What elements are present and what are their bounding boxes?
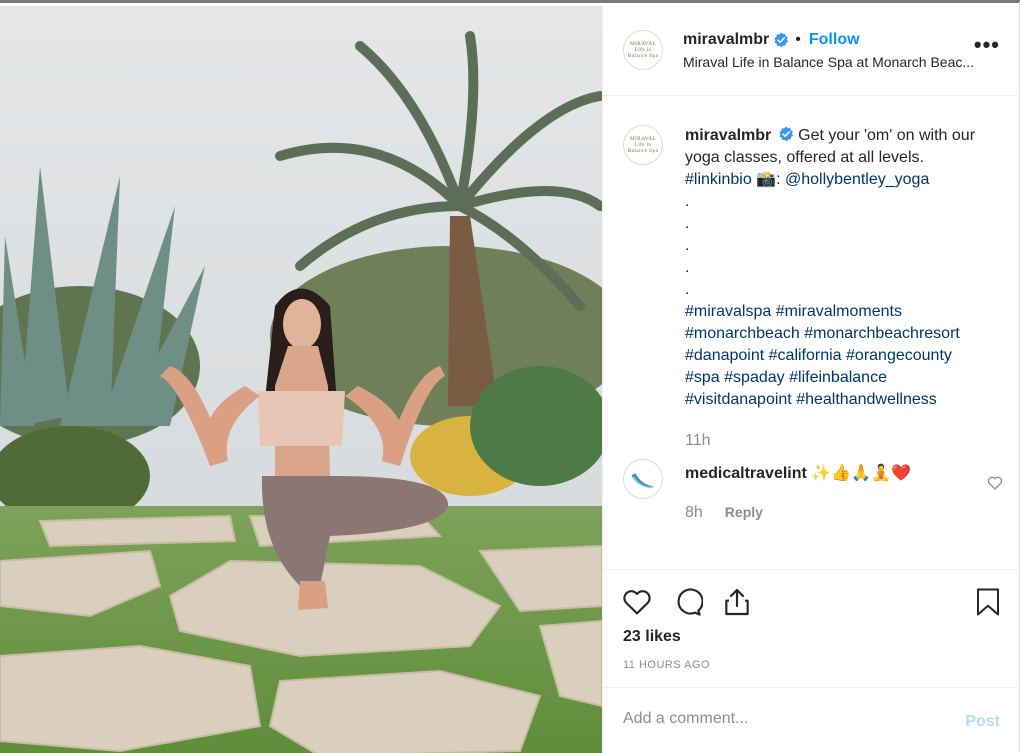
- caption-author-avatar[interactable]: MIRAVAL Life in Balance Spa: [623, 125, 663, 165]
- hashtag-link[interactable]: #lifeinbalance: [789, 369, 887, 386]
- hashtag-link[interactable]: #spaday: [724, 369, 785, 386]
- author-username[interactable]: miravalmbr: [683, 31, 769, 49]
- hashtag-line: #miravalspa #miravalmoments: [685, 301, 1005, 323]
- miraval-logo: MIRAVAL Life in Balance Spa: [627, 136, 659, 154]
- comments-section: MIRAVAL Life in Balance Spa miravalmbr G…: [603, 97, 1020, 569]
- comment-text: ✨👍🙏🧘❤️: [811, 465, 911, 482]
- yoga-photo-illustration: [0, 6, 602, 753]
- hashtag-link[interactable]: #miravalspa: [685, 303, 771, 320]
- hashtag-link[interactable]: #healthandwellness: [796, 391, 937, 408]
- reply-button[interactable]: Reply: [725, 504, 763, 520]
- mention-link[interactable]: @hollybentley_yoga: [785, 171, 929, 188]
- separator-dot: •: [795, 31, 801, 48]
- hashtag-line: #monarchbeach #monarchbeachresort: [685, 323, 1005, 345]
- hashtag-link[interactable]: #danapoint: [685, 347, 764, 364]
- hashtag-link[interactable]: #spa: [685, 369, 720, 386]
- caption-dots: . . . . .: [685, 193, 690, 298]
- hashtag-link[interactable]: #visitdanapoint: [685, 391, 792, 408]
- caption-time[interactable]: 11h: [685, 432, 711, 450]
- commenter-username[interactable]: medicaltravelint: [685, 465, 807, 482]
- hashtag-line: #spa #spaday #lifeinbalance: [685, 367, 1005, 389]
- verified-badge-icon: [774, 32, 789, 48]
- comment-meta: 8h Reply: [685, 504, 763, 522]
- author-line: miravalmbr • Follow: [683, 31, 860, 49]
- post-comment-button[interactable]: Post: [965, 713, 1000, 731]
- hashtag-link[interactable]: #california: [769, 347, 842, 364]
- commenter-avatar[interactable]: [623, 459, 663, 499]
- author-avatar[interactable]: MIRAVAL Life in Balance Spa: [623, 30, 663, 70]
- share-icon[interactable]: [721, 586, 753, 618]
- hashtag-line: #danapoint #california #orangecounty: [685, 345, 1005, 367]
- caption-username[interactable]: miravalmbr: [685, 127, 771, 144]
- add-comment-bar: Post: [603, 687, 1020, 753]
- hashtag-linkinbio[interactable]: #linkinbio: [685, 171, 752, 188]
- follow-button[interactable]: Follow: [809, 31, 860, 49]
- save-bookmark-icon[interactable]: [973, 586, 1003, 618]
- post-actions: 23 likes 11 HOURS AGO: [603, 569, 1020, 687]
- comment-input[interactable]: [623, 710, 943, 728]
- hashtag-link[interactable]: #orangecounty: [846, 347, 952, 364]
- hashtag-link[interactable]: #miravalmoments: [776, 303, 902, 320]
- location-link[interactable]: Miraval Life in Balance Spa at Monarch B…: [683, 54, 999, 70]
- hashtag-link[interactable]: #monarchbeachresort: [804, 325, 960, 342]
- comment-time[interactable]: 8h: [685, 504, 703, 522]
- post-header: MIRAVAL Life in Balance Spa miravalmbr •…: [603, 6, 1020, 96]
- verified-badge-icon: [779, 126, 793, 142]
- post-caption: miravalmbr Get your 'om' on with our yog…: [685, 125, 1005, 411]
- medicaltravel-logo-icon: [624, 460, 662, 498]
- hashtag-link[interactable]: #monarchbeach: [685, 325, 800, 342]
- instagram-post-window: MIRAVAL Life in Balance Spa miravalmbr •…: [0, 0, 1020, 753]
- post-details-panel: MIRAVAL Life in Balance Spa miravalmbr •…: [602, 6, 1020, 753]
- camera-emoji: 📸:: [756, 171, 781, 188]
- comment-line: medicaltravelint ✨👍🙏🧘❤️: [685, 463, 911, 483]
- hashtag-line: #visitdanapoint #healthandwellness: [685, 389, 1005, 411]
- comment-like-heart-icon[interactable]: [987, 475, 1003, 491]
- more-options-icon[interactable]: •••: [974, 34, 1000, 56]
- comment-bubble-icon[interactable]: [671, 586, 703, 618]
- post-photo[interactable]: [0, 6, 602, 753]
- like-heart-icon[interactable]: [621, 586, 653, 618]
- post-timestamp[interactable]: 11 HOURS AGO: [623, 659, 710, 671]
- miraval-logo: MIRAVAL Life in Balance Spa: [627, 41, 659, 59]
- like-count[interactable]: 23 likes: [623, 628, 681, 646]
